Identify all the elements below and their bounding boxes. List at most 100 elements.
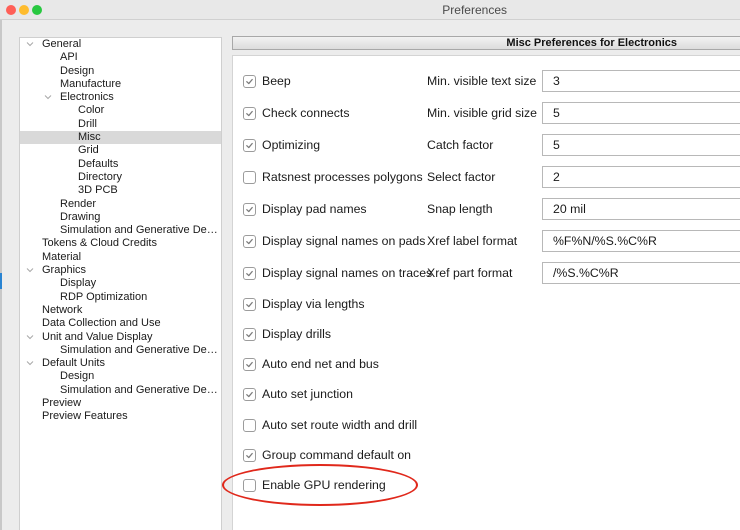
checkbox[interactable] [243, 74, 256, 88]
field-input[interactable] [542, 102, 740, 124]
checkbox-row[interactable]: Display pad names [243, 200, 367, 218]
tree-item[interactable]: 3D PCB [20, 184, 221, 197]
checkbox-row[interactable]: Ratsnest processes polygons [243, 168, 423, 186]
checkbox-row[interactable]: Optimizing [243, 136, 320, 154]
tree-item[interactable]: Preview [20, 397, 221, 410]
checkmark-icon [245, 141, 254, 150]
tree-item[interactable]: Drill [20, 118, 221, 131]
field-label: Min. visible text size [427, 74, 537, 88]
chevron-down-icon[interactable] [25, 264, 35, 277]
tree-item[interactable]: RDP Optimization [20, 291, 221, 304]
checkbox-row[interactable]: Display via lengths [243, 295, 365, 313]
checkbox-row[interactable]: Auto set route width and drill [243, 416, 417, 434]
checkbox[interactable] [243, 357, 256, 371]
checkbox[interactable] [243, 327, 256, 341]
tree-item[interactable]: Tokens & Cloud Credits [20, 237, 221, 250]
checkmark-icon [245, 300, 254, 309]
checkbox-row[interactable]: Auto set junction [243, 385, 353, 403]
tree-item[interactable]: Electronics [20, 91, 221, 104]
split-divider[interactable] [223, 20, 231, 530]
checkbox-row[interactable]: Display signal names on traces [243, 264, 432, 282]
checkbox-row[interactable]: Check connects [243, 104, 350, 122]
tree-item[interactable]: Manufacture [20, 78, 221, 91]
tree-item[interactable]: Network [20, 304, 221, 317]
tree-item[interactable]: Preview Features [20, 410, 221, 423]
tree-item[interactable]: Design [20, 65, 221, 78]
chevron-down-icon[interactable] [43, 91, 53, 104]
tree-item[interactable]: Default Units [20, 357, 221, 370]
checkbox-row[interactable]: Display signal names on pads [243, 232, 425, 250]
field-input[interactable] [542, 134, 740, 156]
tree-item[interactable]: Color [20, 104, 221, 117]
checkbox[interactable] [243, 138, 256, 152]
chevron-down-icon[interactable] [25, 357, 35, 370]
tree-item-label: Default Units [42, 357, 105, 370]
checkbox[interactable] [243, 170, 256, 184]
tree-item-label: Manufacture [60, 77, 122, 90]
tree-item[interactable]: General [20, 38, 221, 51]
checkbox-row[interactable]: Group command default on [243, 446, 411, 464]
checkbox[interactable] [243, 297, 256, 311]
tree-item[interactable]: Grid [20, 144, 221, 157]
window-title: Preferences [442, 3, 507, 17]
checkbox[interactable] [243, 202, 256, 216]
field-input[interactable] [542, 70, 740, 92]
tree-item[interactable]: Design [20, 370, 221, 383]
tree-item[interactable]: Data Collection and Use [20, 317, 221, 330]
tree-item-label: Preview Features [42, 410, 128, 423]
tree-item[interactable]: Graphics [20, 264, 221, 277]
chevron-down-icon[interactable] [25, 331, 35, 344]
checkbox[interactable] [243, 387, 256, 401]
checkmark-icon [245, 269, 254, 278]
tree-item-label: Simulation and Generative Desi... [60, 224, 221, 237]
tree-item[interactable]: Simulation and Generative Desi... [20, 224, 221, 237]
checkbox-label: Check connects [262, 106, 350, 120]
checkbox-row[interactable]: Display drills [243, 325, 331, 343]
checkbox-label: Display signal names on pads [262, 234, 426, 248]
tree-item[interactable]: Display [20, 277, 221, 290]
checkbox-label: Display signal names on traces [262, 266, 433, 280]
tree-item[interactable]: Unit and Value Display [20, 331, 221, 344]
checkbox-label: Display pad names [262, 202, 367, 216]
tree-item-label: Simulation and Generative Desi... [60, 383, 221, 396]
checkbox-label: Auto set route width and drill [262, 418, 418, 432]
tree-item-label: Grid [78, 144, 99, 157]
checkbox-row[interactable]: Enable GPU rendering [243, 476, 386, 494]
field-label: Xref label format [427, 234, 518, 248]
tree-item-label: 3D PCB [78, 184, 118, 197]
checkbox[interactable] [243, 106, 256, 120]
tree-item-label: Material [42, 250, 82, 263]
field-input[interactable] [542, 198, 740, 220]
checkbox[interactable] [243, 478, 256, 492]
tree-item[interactable]: Directory [20, 171, 221, 184]
tree-item[interactable]: API [20, 51, 221, 64]
preferences-tree[interactable]: General API Design Manufacture Electronics Co… [19, 37, 222, 530]
field-label: Snap length [427, 202, 493, 216]
checkbox[interactable] [243, 448, 256, 462]
checkmark-icon [245, 390, 254, 399]
checkbox[interactable] [243, 234, 256, 248]
checkbox-row[interactable]: Beep [243, 72, 291, 90]
checkbox[interactable] [243, 418, 256, 432]
tree-item[interactable]: Simulation and Generative Desi... [20, 384, 221, 397]
checkmark-icon [245, 360, 254, 369]
checkbox-label: Ratsnest processes polygons [262, 170, 423, 184]
tree-item[interactable]: Drawing [20, 211, 221, 224]
tree-item-label: Tokens & Cloud Credits [42, 237, 157, 250]
checkmark-icon [245, 109, 254, 118]
tree-item-label: Misc [78, 131, 101, 144]
field-label: Catch factor [427, 138, 494, 152]
tree-item-label: Unit and Value Display [42, 330, 153, 343]
tree-item[interactable]: Material [20, 251, 221, 264]
checkbox-label: Optimizing [262, 138, 321, 152]
tree-item[interactable]: Misc [20, 131, 221, 145]
chevron-down-icon[interactable] [25, 38, 35, 51]
checkbox[interactable] [243, 266, 256, 280]
checkbox-row[interactable]: Auto end net and bus [243, 355, 379, 373]
tree-item[interactable]: Defaults [20, 158, 221, 171]
field-input[interactable] [542, 166, 740, 188]
tree-item[interactable]: Render [20, 198, 221, 211]
tree-item[interactable]: Simulation and Generative Desi... [20, 344, 221, 357]
field-input[interactable] [542, 262, 740, 284]
field-input[interactable] [542, 230, 740, 252]
